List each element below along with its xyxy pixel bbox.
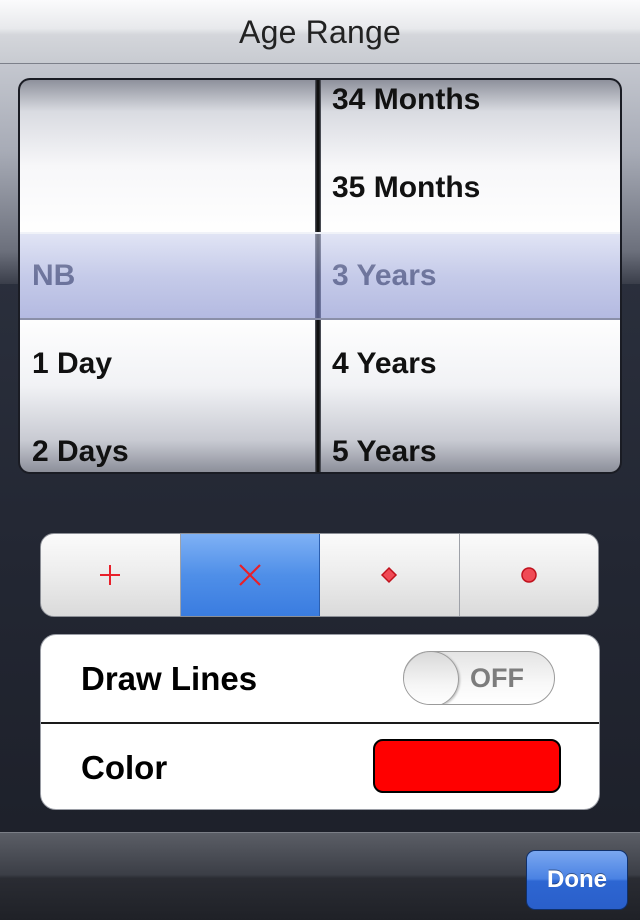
color-cell[interactable]: Color [41, 724, 599, 809]
navigation-bar: Age Range [0, 0, 640, 64]
segment-circle[interactable] [460, 534, 599, 616]
segment-diamond[interactable] [320, 534, 460, 616]
picker-row-selected[interactable]: 3 Years [332, 232, 616, 320]
picker-row[interactable]: 35 Months [332, 144, 616, 232]
picker-row[interactable]: 2 Days [32, 408, 311, 472]
switch-state-label: OFF [470, 663, 524, 693]
draw-lines-cell: Draw Lines OFF [41, 635, 599, 724]
draw-lines-switch[interactable]: OFF [403, 651, 555, 705]
done-button[interactable]: Done [526, 850, 628, 910]
settings-group: Draw Lines OFF Color [40, 634, 600, 810]
segment-plus[interactable] [41, 534, 181, 616]
age-range-picker[interactable]: NB 1 Day 2 Days 34 Months 35 Months 3 Ye… [20, 80, 620, 472]
page-title: Age Range [239, 14, 401, 50]
picker-row[interactable]: 1 Day [32, 320, 311, 408]
picker-column-left[interactable]: NB 1 Day 2 Days [20, 80, 315, 472]
circle-icon [521, 567, 537, 583]
segment-cross[interactable] [180, 534, 320, 616]
cross-icon [238, 564, 261, 586]
bottom-toolbar: Done [0, 832, 640, 920]
picker-row-selected[interactable]: NB [32, 232, 311, 320]
marker-style-segmented-control[interactable] [40, 533, 599, 617]
color-label: Color [81, 749, 168, 786]
color-swatch[interactable] [373, 739, 561, 793]
picker-row[interactable]: 4 Years [332, 320, 616, 408]
picker-row[interactable] [32, 80, 311, 144]
picker-row[interactable] [32, 144, 311, 232]
plus-icon [100, 565, 121, 585]
switch-knob[interactable] [404, 652, 459, 704]
picker-column-right[interactable]: 34 Months 35 Months 3 Years 4 Years 5 Ye… [321, 80, 620, 472]
picker-row[interactable]: 34 Months [332, 80, 616, 144]
diamond-icon [381, 566, 398, 584]
draw-lines-label: Draw Lines [81, 660, 258, 697]
picker-row[interactable]: 5 Years [332, 408, 616, 472]
